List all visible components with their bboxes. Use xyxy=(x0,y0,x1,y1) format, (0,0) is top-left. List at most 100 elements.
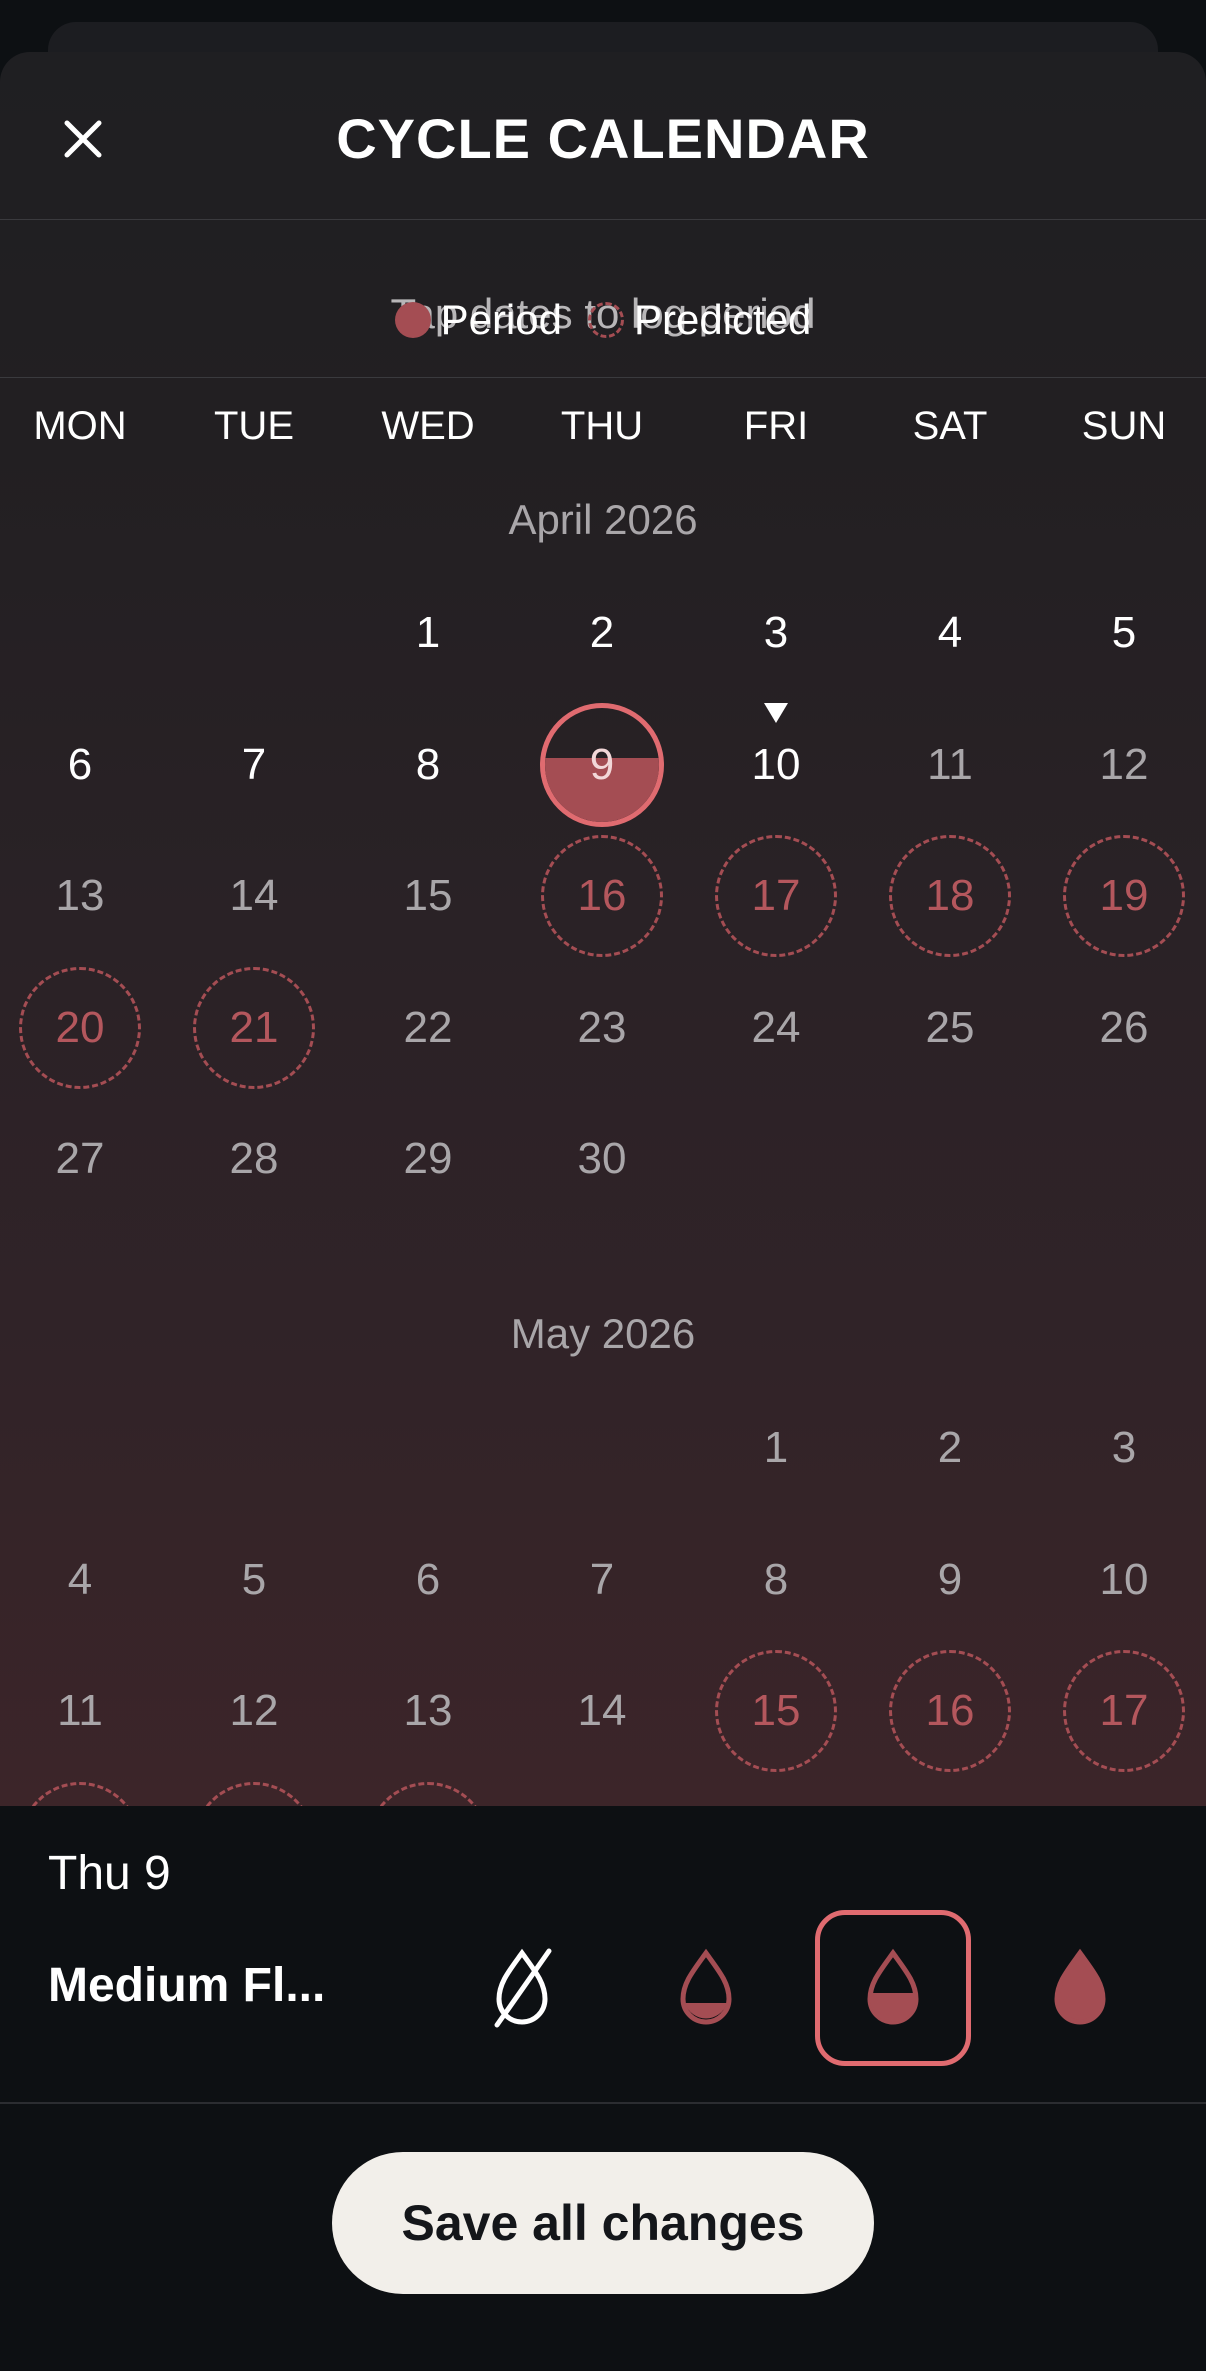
day-cell[interactable]: 7 xyxy=(189,700,319,830)
day-cell[interactable]: 11 xyxy=(885,700,1015,830)
day-cell-selected[interactable]: 9 xyxy=(540,702,664,827)
day-number: 6 xyxy=(67,739,93,789)
day-cell-predicted[interactable] xyxy=(193,1781,315,1806)
month-title: April 2026 xyxy=(508,496,698,543)
day-cell-predicted[interactable]: 16 xyxy=(889,1650,1011,1772)
day-number: 11 xyxy=(57,1686,103,1735)
flow-option-medium[interactable] xyxy=(815,1910,971,2066)
day-number: 3 xyxy=(1111,1423,1137,1472)
day-number: 27 xyxy=(55,1134,105,1183)
day-cell[interactable]: 28 xyxy=(189,1094,319,1224)
day-number: 22 xyxy=(403,1002,453,1052)
day-cell-predicted[interactable]: 17 xyxy=(1063,1650,1185,1772)
day-number: 7 xyxy=(589,1554,615,1604)
day-cell-predicted[interactable]: 20 xyxy=(19,966,141,1089)
day-number: 13 xyxy=(55,871,105,920)
day-cell[interactable]: 9 xyxy=(885,1515,1015,1645)
day-number: 12 xyxy=(1099,739,1149,789)
day-number: 1 xyxy=(763,1423,789,1472)
day-cell[interactable]: 4 xyxy=(885,568,1015,698)
day-cell[interactable]: 14 xyxy=(189,831,319,961)
day-cell[interactable]: 8 xyxy=(363,700,493,830)
no-flow-icon xyxy=(494,1948,552,2028)
day-cell[interactable]: 29 xyxy=(363,1094,493,1224)
day-cell[interactable]: 1 xyxy=(711,1383,841,1513)
day-cell-predicted[interactable]: 15 xyxy=(715,1650,837,1772)
day-cell-predicted[interactable]: 16 xyxy=(541,835,663,957)
weekday-wed: WED xyxy=(381,404,475,448)
day-number: 1 xyxy=(415,608,441,657)
day-cell[interactable]: 22 xyxy=(363,963,493,1093)
weekday-tue: TUE xyxy=(214,404,294,448)
flow-option-none[interactable] xyxy=(444,1910,600,2066)
day-number: 18 xyxy=(925,871,975,920)
day-cell[interactable]: 24 xyxy=(711,963,841,1093)
save-all-changes-button[interactable]: Save all changes xyxy=(332,2152,874,2294)
day-cell[interactable]: 5 xyxy=(189,1515,319,1645)
heavy-flow-drop-icon xyxy=(1054,1948,1106,2025)
legend-period-label: Period xyxy=(440,296,562,343)
today-marker-icon xyxy=(764,702,788,723)
day-number: 17 xyxy=(751,871,801,920)
day-number: 17 xyxy=(1099,1686,1149,1735)
weekday-mon: MON xyxy=(33,404,127,448)
day-number: 7 xyxy=(241,739,267,789)
day-cell[interactable]: 1 xyxy=(363,568,493,698)
day-cell[interactable]: 3 xyxy=(1059,1383,1189,1513)
day-cell[interactable]: 27 xyxy=(15,1094,145,1224)
day-number: 8 xyxy=(763,1554,789,1604)
day-cell[interactable]: 2 xyxy=(885,1383,1015,1513)
day-number: 6 xyxy=(415,1554,441,1604)
flow-option-heavy[interactable] xyxy=(1002,1910,1158,2066)
day-cell[interactable]: 15 xyxy=(363,831,493,961)
selected-date: Thu 9 xyxy=(48,1847,171,1900)
day-cell[interactable]: 10 xyxy=(1059,1515,1189,1645)
day-cell[interactable]: 7 xyxy=(537,1515,667,1645)
page-title: CYCLE CALENDAR xyxy=(336,107,870,170)
month-title: May 2026 xyxy=(510,1310,696,1357)
legend-predicted-label: Predicted xyxy=(633,296,812,343)
day-cell[interactable]: 13 xyxy=(15,831,145,961)
day-cell[interactable]: 11 xyxy=(15,1646,145,1776)
day-cell[interactable]: 23 xyxy=(537,963,667,1093)
day-number: 9 xyxy=(589,739,615,789)
day-cell[interactable]: 3 xyxy=(711,568,841,698)
day-number: 23 xyxy=(577,1002,627,1052)
divider xyxy=(0,2102,1206,2104)
day-cell[interactable]: 30 xyxy=(537,1094,667,1224)
day-number: 2 xyxy=(589,608,615,657)
day-cell[interactable]: 4 xyxy=(15,1515,145,1645)
day-cell[interactable]: 26 xyxy=(1059,963,1189,1093)
day-cell[interactable]: 2 xyxy=(537,568,667,698)
day-number: 5 xyxy=(1111,608,1137,657)
day-cell[interactable]: 14 xyxy=(537,1646,667,1776)
day-cell[interactable]: 12 xyxy=(1059,700,1189,830)
day-cell-predicted[interactable]: 21 xyxy=(193,966,315,1089)
day-cell-predicted[interactable] xyxy=(19,1781,141,1806)
predicted-ring-icon xyxy=(587,302,624,338)
flow-option-light[interactable] xyxy=(628,1910,784,2066)
flow-level-label: Medium Fl... xyxy=(48,1959,326,2012)
day-number: 21 xyxy=(229,1002,279,1052)
day-cell-predicted[interactable]: 19 xyxy=(1063,835,1185,957)
day-number: 16 xyxy=(925,1686,975,1735)
day-cell[interactable]: 25 xyxy=(885,963,1015,1093)
day-number: 5 xyxy=(241,1554,267,1604)
day-cell-predicted[interactable]: 17 xyxy=(715,835,837,957)
day-cell-predicted[interactable]: 18 xyxy=(889,835,1011,957)
day-cell-predicted[interactable] xyxy=(367,1781,489,1806)
day-cell[interactable]: 8 xyxy=(711,1515,841,1645)
day-cell[interactable]: 6 xyxy=(15,700,145,830)
day-number: 29 xyxy=(403,1134,453,1183)
light-flow-drop-icon xyxy=(680,1948,732,2025)
day-number: 13 xyxy=(403,1686,453,1735)
day-number: 14 xyxy=(577,1686,627,1735)
day-cell[interactable]: 12 xyxy=(189,1646,319,1776)
day-cell[interactable]: 13 xyxy=(363,1646,493,1776)
weekday-sat: SAT xyxy=(912,404,988,448)
day-number: 2 xyxy=(937,1423,963,1472)
day-cell[interactable]: 5 xyxy=(1059,568,1189,698)
weekday-sun: SUN xyxy=(1081,404,1167,448)
day-number: 8 xyxy=(415,739,441,789)
day-cell[interactable]: 6 xyxy=(363,1515,493,1645)
